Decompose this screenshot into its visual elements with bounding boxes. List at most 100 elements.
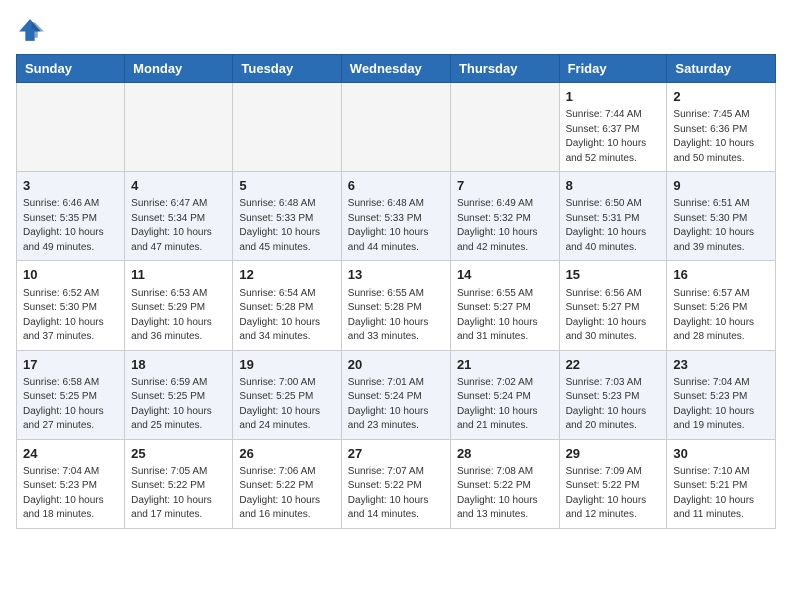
- calendar-day-cell: 19Sunrise: 7:00 AM Sunset: 5:25 PM Dayli…: [233, 350, 341, 439]
- day-number: 3: [23, 177, 118, 195]
- day-number: 17: [23, 356, 118, 374]
- calendar-day-cell: 1 Sunrise: 7:44 AM Sunset: 6:37 PM Daylig…: [559, 83, 667, 172]
- calendar-day-cell: 20Sunrise: 7:01 AM Sunset: 5:24 PM Dayli…: [341, 350, 450, 439]
- day-header-monday: Monday: [125, 55, 233, 83]
- day-info: Sunrise: 6:56 AM Sunset: 5:27 PM Dayligh…: [566, 287, 661, 345]
- day-info: Sunrise: 7:00 AM Sunset: 5:25 PM Dayligh…: [239, 376, 334, 434]
- day-info: Sunrise: 6:57 AM Sunset: 5:26 PM Dayligh…: [673, 287, 769, 345]
- day-header-friday: Friday: [559, 55, 667, 83]
- calendar-day-cell: 29 Sunrise: 7:09 AM Sunset: 5:22 PM Dayli…: [559, 439, 667, 528]
- day-info: Sunrise: 7:06 AM Sunset: 5:22 PM Dayligh…: [239, 465, 334, 523]
- calendar-day-cell: 21 Sunrise: 7:02 AM Sunset: 5:24 PM Dayli…: [450, 350, 559, 439]
- day-number: 18: [131, 356, 226, 374]
- day-info: Sunrise: 6:50 AM Sunset: 5:31 PM Dayligh…: [566, 197, 661, 255]
- logo: [16, 16, 48, 44]
- day-number: 24: [23, 445, 118, 463]
- day-number: 21: [457, 356, 553, 374]
- day-info: Sunrise: 7:02 AM Sunset: 5:24 PM Dayligh…: [457, 376, 553, 434]
- day-number: 6: [348, 177, 444, 195]
- calendar-week-row: 10 Sunrise: 6:52 AM Sunset: 5:30 PM Dayli…: [17, 261, 776, 350]
- day-number: 4: [131, 177, 226, 195]
- calendar-day-cell: 15 Sunrise: 6:56 AM Sunset: 5:27 PM Dayli…: [559, 261, 667, 350]
- day-info: Sunrise: 6:48 AM Sunset: 5:33 PM Dayligh…: [348, 197, 444, 255]
- calendar-day-cell: 25Sunrise: 7:05 AM Sunset: 5:22 PM Dayli…: [125, 439, 233, 528]
- day-info: Sunrise: 6:51 AM Sunset: 5:30 PM Dayligh…: [673, 197, 769, 255]
- day-number: 2: [673, 88, 769, 106]
- calendar-day-cell: 28 Sunrise: 7:08 AM Sunset: 5:22 PM Dayli…: [450, 439, 559, 528]
- day-info: Sunrise: 7:07 AM Sunset: 5:22 PM Dayligh…: [348, 465, 444, 523]
- calendar-day-cell: 9 Sunrise: 6:51 AM Sunset: 5:30 PM Daylig…: [667, 172, 776, 261]
- day-info: Sunrise: 7:01 AM Sunset: 5:24 PM Dayligh…: [348, 376, 444, 434]
- day-number: 10: [23, 266, 118, 284]
- calendar-day-cell: [17, 83, 125, 172]
- calendar-day-cell: 7Sunrise: 6:49 AM Sunset: 5:32 PM Daylig…: [450, 172, 559, 261]
- day-info: Sunrise: 6:55 AM Sunset: 5:28 PM Dayligh…: [348, 287, 444, 345]
- day-info: Sunrise: 7:44 AM Sunset: 6:37 PM Dayligh…: [566, 108, 661, 166]
- calendar-day-cell: 3Sunrise: 6:46 AM Sunset: 5:35 PM Daylig…: [17, 172, 125, 261]
- day-number: 11: [131, 266, 226, 284]
- day-number: 16: [673, 266, 769, 284]
- day-info: Sunrise: 7:03 AM Sunset: 5:23 PM Dayligh…: [566, 376, 661, 434]
- day-header-sunday: Sunday: [17, 55, 125, 83]
- calendar-day-cell: 8 Sunrise: 6:50 AM Sunset: 5:31 PM Daylig…: [559, 172, 667, 261]
- calendar-day-cell: 24 Sunrise: 7:04 AM Sunset: 5:23 PM Dayli…: [17, 439, 125, 528]
- calendar-week-row: 3Sunrise: 6:46 AM Sunset: 5:35 PM Daylig…: [17, 172, 776, 261]
- calendar-day-cell: 23 Sunrise: 7:04 AM Sunset: 5:23 PM Dayli…: [667, 350, 776, 439]
- day-number: 28: [457, 445, 553, 463]
- day-info: Sunrise: 7:45 AM Sunset: 6:36 PM Dayligh…: [673, 108, 769, 166]
- day-info: Sunrise: 6:58 AM Sunset: 5:25 PM Dayligh…: [23, 376, 118, 434]
- calendar-day-cell: 12Sunrise: 6:54 AM Sunset: 5:28 PM Dayli…: [233, 261, 341, 350]
- day-number: 29: [566, 445, 661, 463]
- day-header-tuesday: Tuesday: [233, 55, 341, 83]
- calendar-day-cell: 26 Sunrise: 7:06 AM Sunset: 5:22 PM Dayli…: [233, 439, 341, 528]
- day-number: 9: [673, 177, 769, 195]
- calendar-day-cell: 27 Sunrise: 7:07 AM Sunset: 5:22 PM Dayli…: [341, 439, 450, 528]
- calendar-day-cell: 16 Sunrise: 6:57 AM Sunset: 5:26 PM Dayli…: [667, 261, 776, 350]
- day-info: Sunrise: 7:09 AM Sunset: 5:22 PM Dayligh…: [566, 465, 661, 523]
- day-number: 14: [457, 266, 553, 284]
- day-number: 25: [131, 445, 226, 463]
- day-info: Sunrise: 6:52 AM Sunset: 5:30 PM Dayligh…: [23, 287, 118, 345]
- day-info: Sunrise: 7:08 AM Sunset: 5:22 PM Dayligh…: [457, 465, 553, 523]
- calendar-day-cell: [341, 83, 450, 172]
- day-info: Sunrise: 6:53 AM Sunset: 5:29 PM Dayligh…: [131, 287, 226, 345]
- day-header-wednesday: Wednesday: [341, 55, 450, 83]
- day-number: 23: [673, 356, 769, 374]
- calendar-day-cell: 14 Sunrise: 6:55 AM Sunset: 5:27 PM Dayli…: [450, 261, 559, 350]
- calendar-day-cell: 18 Sunrise: 6:59 AM Sunset: 5:25 PM Dayli…: [125, 350, 233, 439]
- calendar-week-row: 1 Sunrise: 7:44 AM Sunset: 6:37 PM Daylig…: [17, 83, 776, 172]
- calendar-day-cell: 13Sunrise: 6:55 AM Sunset: 5:28 PM Dayli…: [341, 261, 450, 350]
- day-info: Sunrise: 7:04 AM Sunset: 5:23 PM Dayligh…: [23, 465, 118, 523]
- calendar-day-cell: [450, 83, 559, 172]
- calendar-week-row: 24 Sunrise: 7:04 AM Sunset: 5:23 PM Dayli…: [17, 439, 776, 528]
- day-info: Sunrise: 7:04 AM Sunset: 5:23 PM Dayligh…: [673, 376, 769, 434]
- day-info: Sunrise: 6:55 AM Sunset: 5:27 PM Dayligh…: [457, 287, 553, 345]
- day-info: Sunrise: 6:47 AM Sunset: 5:34 PM Dayligh…: [131, 197, 226, 255]
- calendar-day-cell: 4 Sunrise: 6:47 AM Sunset: 5:34 PM Daylig…: [125, 172, 233, 261]
- calendar-week-row: 17 Sunrise: 6:58 AM Sunset: 5:25 PM Dayli…: [17, 350, 776, 439]
- day-number: 8: [566, 177, 661, 195]
- calendar-day-cell: [233, 83, 341, 172]
- logo-icon: [16, 16, 44, 44]
- day-info: Sunrise: 6:59 AM Sunset: 5:25 PM Dayligh…: [131, 376, 226, 434]
- day-number: 1: [566, 88, 661, 106]
- calendar-day-cell: 22 Sunrise: 7:03 AM Sunset: 5:23 PM Dayli…: [559, 350, 667, 439]
- calendar-header-row: SundayMondayTuesdayWednesdayThursdayFrid…: [17, 55, 776, 83]
- day-number: 5: [239, 177, 334, 195]
- calendar-day-cell: 5 Sunrise: 6:48 AM Sunset: 5:33 PM Daylig…: [233, 172, 341, 261]
- day-number: 27: [348, 445, 444, 463]
- day-number: 26: [239, 445, 334, 463]
- page-header: [16, 16, 776, 44]
- day-number: 22: [566, 356, 661, 374]
- calendar-day-cell: 17 Sunrise: 6:58 AM Sunset: 5:25 PM Dayli…: [17, 350, 125, 439]
- day-number: 15: [566, 266, 661, 284]
- calendar-day-cell: 6 Sunrise: 6:48 AM Sunset: 5:33 PM Daylig…: [341, 172, 450, 261]
- day-info: Sunrise: 6:54 AM Sunset: 5:28 PM Dayligh…: [239, 287, 334, 345]
- calendar-body: 1 Sunrise: 7:44 AM Sunset: 6:37 PM Daylig…: [17, 83, 776, 529]
- day-info: Sunrise: 6:49 AM Sunset: 5:32 PM Dayligh…: [457, 197, 553, 255]
- calendar-day-cell: 2 Sunrise: 7:45 AM Sunset: 6:36 PM Daylig…: [667, 83, 776, 172]
- day-info: Sunrise: 6:48 AM Sunset: 5:33 PM Dayligh…: [239, 197, 334, 255]
- calendar-day-cell: 30Sunrise: 7:10 AM Sunset: 5:21 PM Dayli…: [667, 439, 776, 528]
- day-header-thursday: Thursday: [450, 55, 559, 83]
- day-header-saturday: Saturday: [667, 55, 776, 83]
